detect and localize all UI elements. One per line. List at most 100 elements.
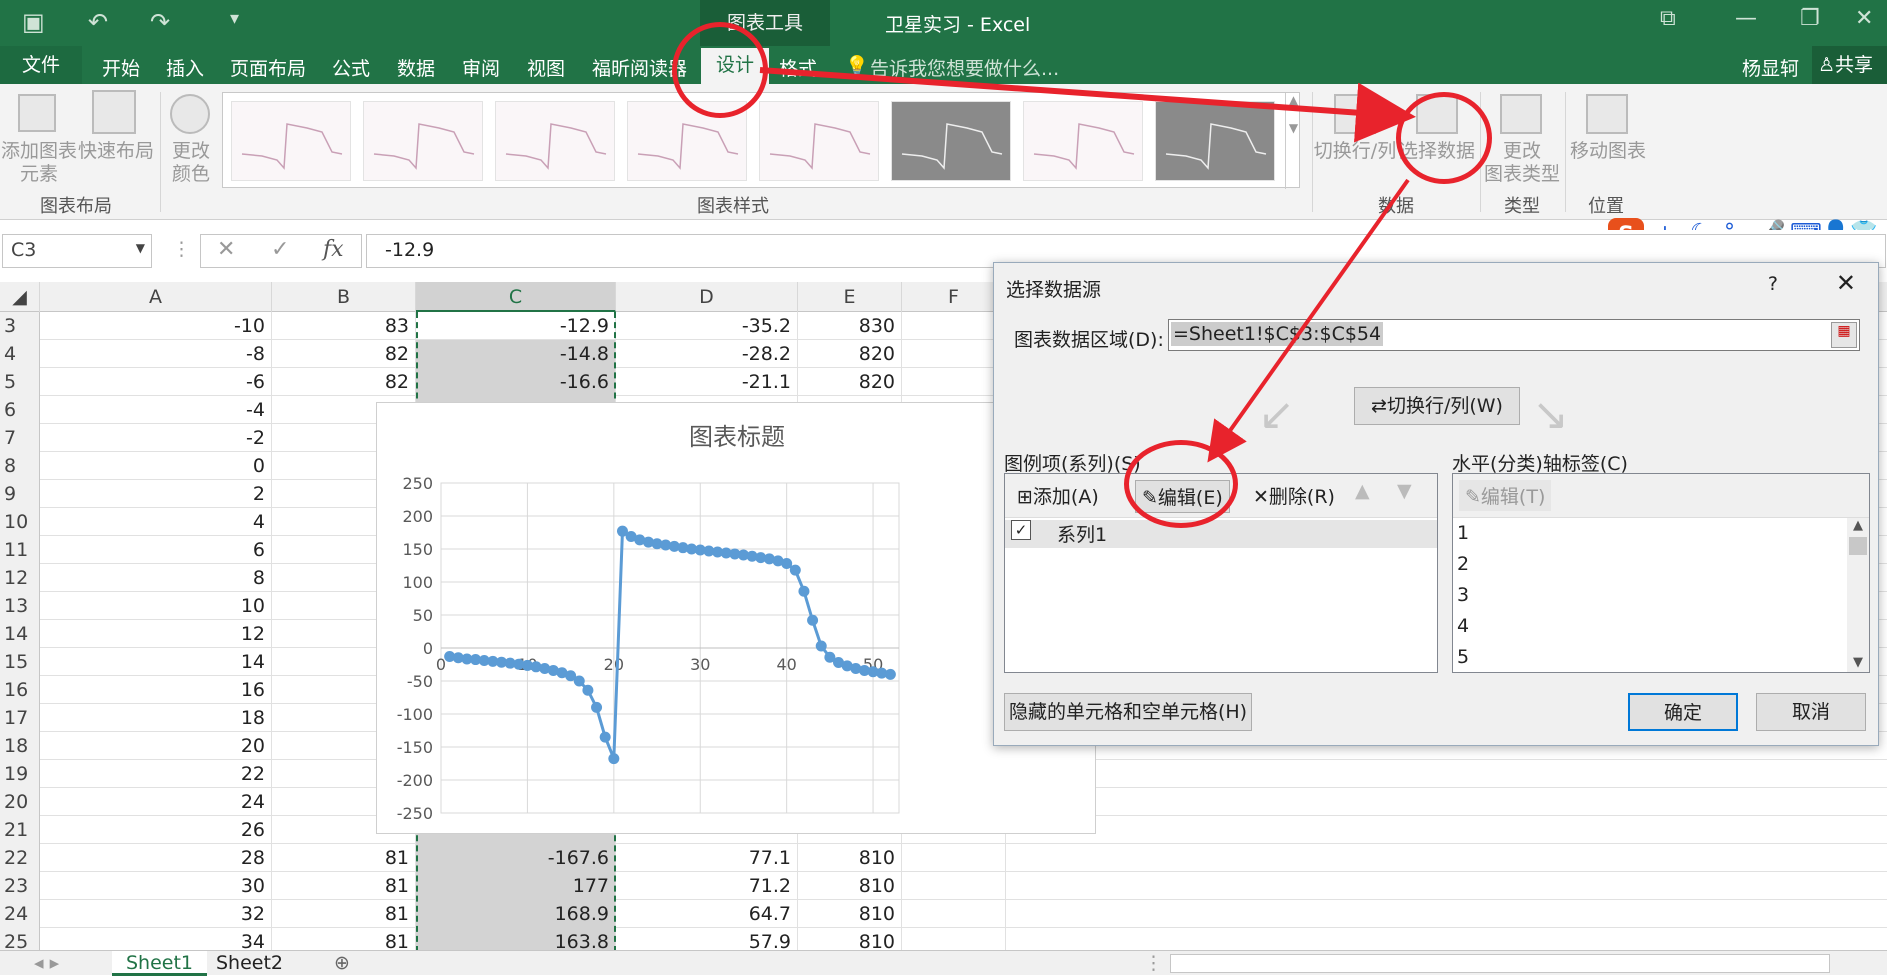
cell-a[interactable]: 32 (40, 900, 272, 928)
cell-c[interactable]: -167.6 (416, 844, 616, 872)
cell-a[interactable]: -6 (40, 368, 272, 396)
chart-style-6[interactable] (891, 101, 1011, 181)
cell-c[interactable]: 163.8 (416, 928, 616, 950)
cell-a[interactable]: 6 (40, 536, 272, 564)
name-box[interactable]: C3 ▼ (2, 234, 152, 268)
column-header-e[interactable]: E (798, 282, 902, 312)
row-header[interactable]: 10 (0, 508, 40, 536)
cell-c[interactable]: -16.6 (416, 368, 616, 396)
cell-a[interactable]: 18 (40, 704, 272, 732)
move-up-icon[interactable]: ▲ (1355, 480, 1370, 502)
cell-a[interactable]: -2 (40, 424, 272, 452)
switch-row-column-button[interactable]: 切换行/列 (1312, 140, 1398, 163)
tell-me-search[interactable]: 告诉我您想要做什么... (870, 54, 1059, 81)
cell-e[interactable]: 820 (798, 368, 902, 396)
cell-e[interactable]: 810 (798, 872, 902, 900)
cell-e[interactable]: 810 (798, 844, 902, 872)
vertical-scrollbar[interactable]: ▲ ▼ (1847, 518, 1869, 672)
hidden-empty-cells-button[interactable]: 隐藏的单元格和空单元格(H) (1004, 693, 1252, 731)
chart-style-2[interactable] (363, 101, 483, 181)
tab-home[interactable]: 开始 (102, 54, 140, 81)
restore-icon[interactable]: ❐ (1800, 6, 1820, 31)
chart-style-8[interactable] (1155, 101, 1275, 181)
row-header[interactable]: 19 (0, 760, 40, 788)
gallery-scroll[interactable]: ▲ ▼ (1285, 93, 1301, 189)
chart-style-3[interactable] (495, 101, 615, 181)
cell-c[interactable]: -14.8 (416, 340, 616, 368)
tab-view[interactable]: 视图 (527, 54, 565, 81)
cell-a[interactable]: 22 (40, 760, 272, 788)
cell-d[interactable]: 57.9 (616, 928, 798, 950)
cell-e[interactable]: 830 (798, 312, 902, 340)
add-sheet-icon[interactable]: ⊕ (320, 951, 364, 976)
close-icon[interactable]: ✕ (1855, 6, 1873, 31)
cell-d[interactable]: -28.2 (616, 340, 798, 368)
sheet-tab-sheet1[interactable]: Sheet1 (112, 951, 208, 976)
sheet-tab-sheet2[interactable]: Sheet2 (202, 951, 297, 976)
edit-axis-labels-button[interactable]: ✎编辑(T) (1459, 480, 1552, 511)
cancel-button[interactable]: 取消 (1756, 693, 1866, 731)
cell-a[interactable]: 20 (40, 732, 272, 760)
switch-row-column-button[interactable]: ⇄切换行/列(W) (1354, 387, 1520, 425)
row-header[interactable]: 11 (0, 536, 40, 564)
cell-a[interactable]: 28 (40, 844, 272, 872)
help-icon[interactable]: ? (1768, 273, 1778, 295)
row-header[interactable]: 21 (0, 816, 40, 844)
row-header[interactable]: 24 (0, 900, 40, 928)
row-header[interactable]: 20 (0, 788, 40, 816)
cell-f[interactable] (902, 928, 1006, 950)
tab-insert[interactable]: 插入 (166, 54, 204, 81)
row-header[interactable]: 5 (0, 368, 40, 396)
column-header-f[interactable]: F (902, 282, 1006, 312)
horizontal-scrollbar[interactable] (1170, 954, 1830, 973)
tab-format[interactable]: 格式 (779, 54, 817, 81)
redo-icon[interactable]: ↷ (150, 8, 170, 36)
cell-f[interactable] (902, 340, 1006, 368)
cell-a[interactable]: 16 (40, 676, 272, 704)
cell-b[interactable]: 81 (272, 900, 416, 928)
chart-style-7[interactable] (1023, 101, 1143, 181)
tab-page-layout[interactable]: 页面布局 (230, 54, 306, 81)
quick-layout-button[interactable]: 快速布局 (76, 140, 156, 163)
cell-a[interactable]: 0 (40, 452, 272, 480)
cell-f[interactable] (902, 844, 1006, 872)
cell-b[interactable]: 82 (272, 340, 416, 368)
cell-a[interactable]: 14 (40, 648, 272, 676)
cell-e[interactable]: 810 (798, 928, 902, 950)
chevron-down-icon[interactable]: ▼ (136, 241, 145, 255)
cell-a[interactable]: 26 (40, 816, 272, 844)
row-header[interactable]: 13 (0, 592, 40, 620)
cell-a[interactable]: 12 (40, 620, 272, 648)
cell-b[interactable]: 81 (272, 844, 416, 872)
cell-a[interactable]: 10 (40, 592, 272, 620)
cell-a[interactable]: 4 (40, 508, 272, 536)
cell-a[interactable]: -8 (40, 340, 272, 368)
user-name[interactable]: 杨显轲 (1742, 54, 1799, 81)
row-header[interactable]: 14 (0, 620, 40, 648)
change-colors-button[interactable]: 更改 颜色 (163, 140, 219, 186)
chart-style-1[interactable] (231, 101, 351, 181)
chart-style-5[interactable] (759, 101, 879, 181)
share-button[interactable]: ♙共享 (1812, 46, 1887, 84)
row-header[interactable]: 16 (0, 676, 40, 704)
column-header-d[interactable]: D (616, 282, 798, 312)
cell-e[interactable]: 810 (798, 900, 902, 928)
cell-d[interactable]: -21.1 (616, 368, 798, 396)
move-down-icon[interactable]: ▼ (1397, 480, 1412, 502)
tab-review[interactable]: 审阅 (462, 54, 500, 81)
cell-e[interactable]: 820 (798, 340, 902, 368)
series-item[interactable]: ✓ 系列1 (1005, 520, 1437, 548)
row-header[interactable]: 8 (0, 452, 40, 480)
cell-a[interactable]: -4 (40, 396, 272, 424)
embedded-chart[interactable]: 图表标题 250 200 150 100 50 0 -50 -100 -150 -200 -250 0… (376, 402, 1096, 834)
cell-f[interactable] (902, 368, 1006, 396)
cell-a[interactable]: 30 (40, 872, 272, 900)
cell-b[interactable]: 81 (272, 872, 416, 900)
scroll-left-icon[interactable]: ◂ ▸ (20, 951, 73, 976)
undo-icon[interactable]: ↶ (88, 8, 108, 36)
row-header[interactable]: 12 (0, 564, 40, 592)
cell-b[interactable]: 81 (272, 928, 416, 950)
cell-a[interactable]: 34 (40, 928, 272, 950)
cancel-icon[interactable]: ✕ (217, 237, 235, 262)
cell-d[interactable]: 64.7 (616, 900, 798, 928)
